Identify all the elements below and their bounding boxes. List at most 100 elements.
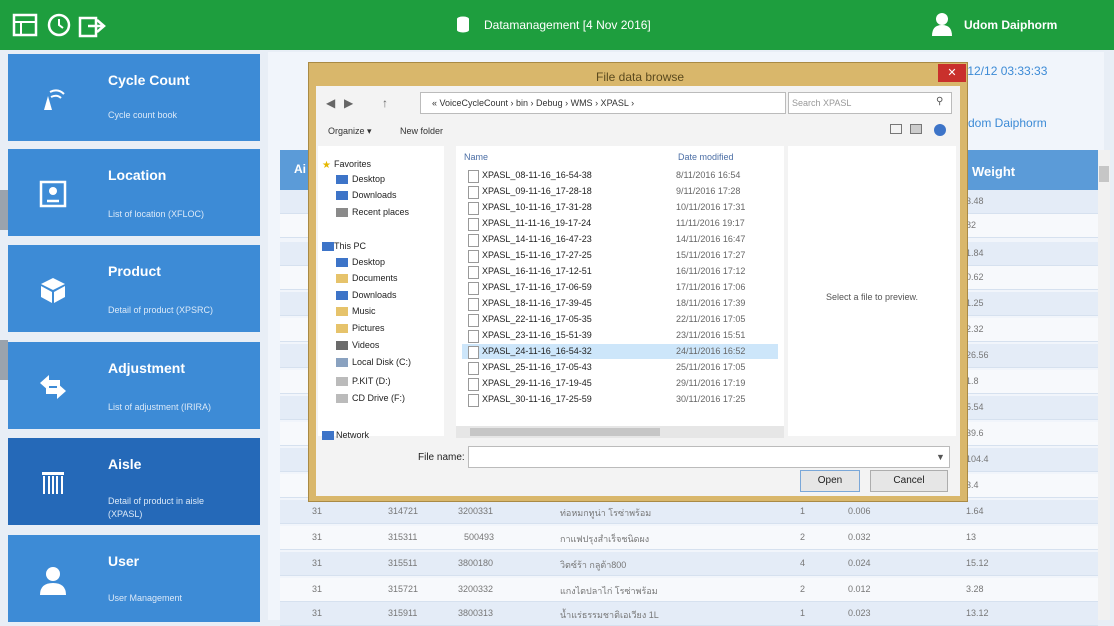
open-button[interactable]: Open: [800, 470, 860, 492]
file-item[interactable]: XPASL_15-11-16_17-27-25 15/11/2016 17:27: [462, 248, 778, 263]
swap-arrows-icon: [38, 372, 68, 402]
location-icon: [38, 179, 68, 209]
nav-cd-drive[interactable]: CD Drive (F:): [352, 393, 405, 403]
nav-videos[interactable]: Videos: [352, 340, 379, 350]
file-item[interactable]: XPASL_25-11-16_17-05-43 25/11/2016 17:05: [462, 360, 778, 375]
nav-pkit-drive[interactable]: P.KIT (D:): [352, 376, 391, 386]
forward-arrow-icon[interactable]: ▶: [344, 96, 353, 110]
aisle-cell: 31: [312, 532, 323, 542]
file-item[interactable]: XPASL_29-11-16_17-19-45 29/11/2016 17:19: [462, 376, 778, 391]
file-item[interactable]: XPASL_23-11-16_15-51-39 23/11/2016 15:51: [462, 328, 778, 343]
nav-pictures[interactable]: Pictures: [352, 323, 385, 333]
sidebar-item-adjustment[interactable]: Adjustment List of adjustment (IRIRA): [8, 342, 260, 429]
download-icon: [336, 191, 348, 200]
aisle-cell: 31: [312, 608, 323, 618]
file-item[interactable]: XPASL_08-11-16_16-54-38 8/11/2016 16:54: [462, 168, 778, 183]
preview-pane-icon[interactable]: [910, 124, 922, 134]
nav-pc-desktop[interactable]: Desktop: [352, 257, 385, 267]
table-row[interactable]: 31 315721 3200332 แกงไตปลาไก่ โรซ่าพร้อม…: [280, 578, 1098, 602]
file-icon: [468, 330, 479, 343]
sidebar-item-subtitle: Detail of product (XPSRC): [108, 305, 214, 315]
scrollbar-thumb[interactable]: [1099, 166, 1109, 182]
file-item[interactable]: XPASL_14-11-16_16-47-23 14/11/2016 16:47: [462, 232, 778, 247]
desktop-icon: [336, 258, 348, 267]
nav-network[interactable]: Network: [336, 430, 369, 440]
videos-icon: [336, 341, 348, 350]
sidebar-item-location[interactable]: Location List of location (XFLOC): [8, 149, 260, 236]
network-icon: [322, 431, 334, 440]
file-name-input[interactable]: [468, 446, 950, 468]
sidebar-item-subtitle: List of adjustment (IRIRA): [108, 402, 212, 412]
location-cell: 314721: [388, 506, 419, 516]
column-header-date-modified[interactable]: Date modified: [678, 152, 734, 162]
nav-music[interactable]: Music: [352, 306, 376, 316]
history-icon[interactable]: [44, 10, 74, 40]
qty-cell: 1: [800, 608, 806, 618]
scrollbar-thumb[interactable]: [470, 428, 660, 436]
nav-recent-places[interactable]: Recent places: [352, 207, 409, 217]
file-item[interactable]: XPASL_17-11-16_17-06-59 17/11/2016 17:06: [462, 280, 778, 295]
view-options-icon[interactable]: [890, 124, 902, 134]
table-row[interactable]: 31 315311 500493 กาแฟปรุงสำเร็จชนิดผง 2 …: [280, 526, 1098, 550]
description-cell: วิตซ์ร้า กลูต้า800: [560, 560, 627, 570]
search-icon[interactable]: ⚲: [936, 96, 943, 107]
export-icon[interactable]: [78, 10, 108, 40]
qty-cell: 2: [800, 584, 806, 594]
sidebar-item-product[interactable]: Product Detail of product (XPSRC): [8, 245, 260, 332]
new-folder-button[interactable]: New folder: [400, 126, 443, 136]
location-cell: 315911: [388, 608, 418, 618]
sidebar-item-aisle[interactable]: Aisle Detail of product in aisle (XPASL): [8, 438, 260, 525]
nav-desktop[interactable]: Desktop: [352, 174, 385, 184]
help-icon[interactable]: [934, 124, 946, 136]
dialog-title: File data browse: [596, 70, 685, 84]
nav-favorites[interactable]: Favorites: [334, 159, 371, 169]
vertical-scrollbar[interactable]: [1098, 150, 1110, 620]
file-date: 16/11/2016 17:12: [676, 266, 746, 276]
documents-icon: [336, 274, 348, 283]
current-user[interactable]: Udom Daiphorm: [964, 0, 1057, 50]
chevron-down-icon[interactable]: ▼: [936, 452, 945, 462]
user-icon[interactable]: [932, 12, 952, 36]
back-arrow-icon[interactable]: ◀: [326, 96, 335, 110]
column-header-weight[interactable]: Weight: [972, 164, 1015, 179]
cancel-button[interactable]: Cancel: [870, 470, 948, 492]
file-item[interactable]: XPASL_11-11-16_19-17-24 11/11/2016 19:17: [462, 216, 778, 231]
organize-button[interactable]: Organize ▾: [328, 126, 372, 137]
sidebar-item-cycle-count[interactable]: Cycle Count Cycle count book: [8, 54, 260, 141]
file-icon: [468, 202, 479, 215]
file-item[interactable]: XPASL_30-11-16_17-25-59 30/11/2016 17:25: [462, 392, 778, 407]
file-date: 22/11/2016 17:05: [676, 314, 746, 324]
sku-cell: 3200331: [458, 506, 494, 516]
nav-local-disk[interactable]: Local Disk (C:): [352, 357, 411, 367]
file-name: XPASL_17-11-16_17-06-59: [482, 282, 592, 292]
column-header-name[interactable]: Name: [464, 152, 488, 162]
file-item[interactable]: XPASL_09-11-16_17-28-18 9/11/2016 17:28: [462, 184, 778, 199]
file-date: 24/11/2016 16:52: [676, 346, 746, 356]
nav-pc-downloads[interactable]: Downloads: [352, 290, 397, 300]
file-item[interactable]: XPASL_16-11-16_17-12-51 16/11/2016 17:12: [462, 264, 778, 279]
table-row[interactable]: 31 314721 3200331 ท่อหมกทูน่า โรซ่าพร้อม…: [280, 500, 1098, 524]
file-name: XPASL_08-11-16_16-54-38: [482, 170, 592, 180]
weight-cell: 13: [966, 532, 977, 542]
search-placeholder: Search XPASL: [792, 98, 852, 108]
file-item-selected[interactable]: XPASL_24-11-16_16-54-32 24/11/2016 16:52: [462, 344, 778, 359]
close-button[interactable]: ✕: [938, 64, 966, 82]
table-row[interactable]: 31 315911 3800313 น้ำแร่ธรรมชาติเอเวียง …: [280, 602, 1098, 626]
table-icon[interactable]: [10, 10, 40, 40]
sidebar-item-user[interactable]: User User Management: [8, 535, 260, 622]
file-item[interactable]: XPASL_22-11-16_17-05-35 22/11/2016 17:05: [462, 312, 778, 327]
file-item[interactable]: XPASL_18-11-16_17-39-45 18/11/2016 17:39: [462, 296, 778, 311]
table-row[interactable]: 31 315511 3800180 วิตซ์ร้า กลูต้า800 4 0…: [280, 552, 1098, 576]
file-name: XPASL_29-11-16_17-19-45: [482, 378, 592, 388]
download-icon: [336, 291, 348, 300]
weight-cell: 39.6: [966, 428, 984, 438]
weight-cell: 1.64: [966, 506, 984, 516]
nav-downloads[interactable]: Downloads: [352, 190, 397, 200]
up-arrow-icon[interactable]: ↑: [382, 96, 388, 110]
file-date: 10/11/2016 17:31: [676, 202, 746, 212]
file-item[interactable]: XPASL_10-11-16_17-31-28 10/11/2016 17:31: [462, 200, 778, 215]
nav-this-pc[interactable]: This PC: [334, 241, 366, 251]
column-header-aisle[interactable]: Ai: [294, 162, 306, 176]
file-icon: [468, 362, 479, 375]
nav-documents[interactable]: Documents: [352, 273, 398, 283]
